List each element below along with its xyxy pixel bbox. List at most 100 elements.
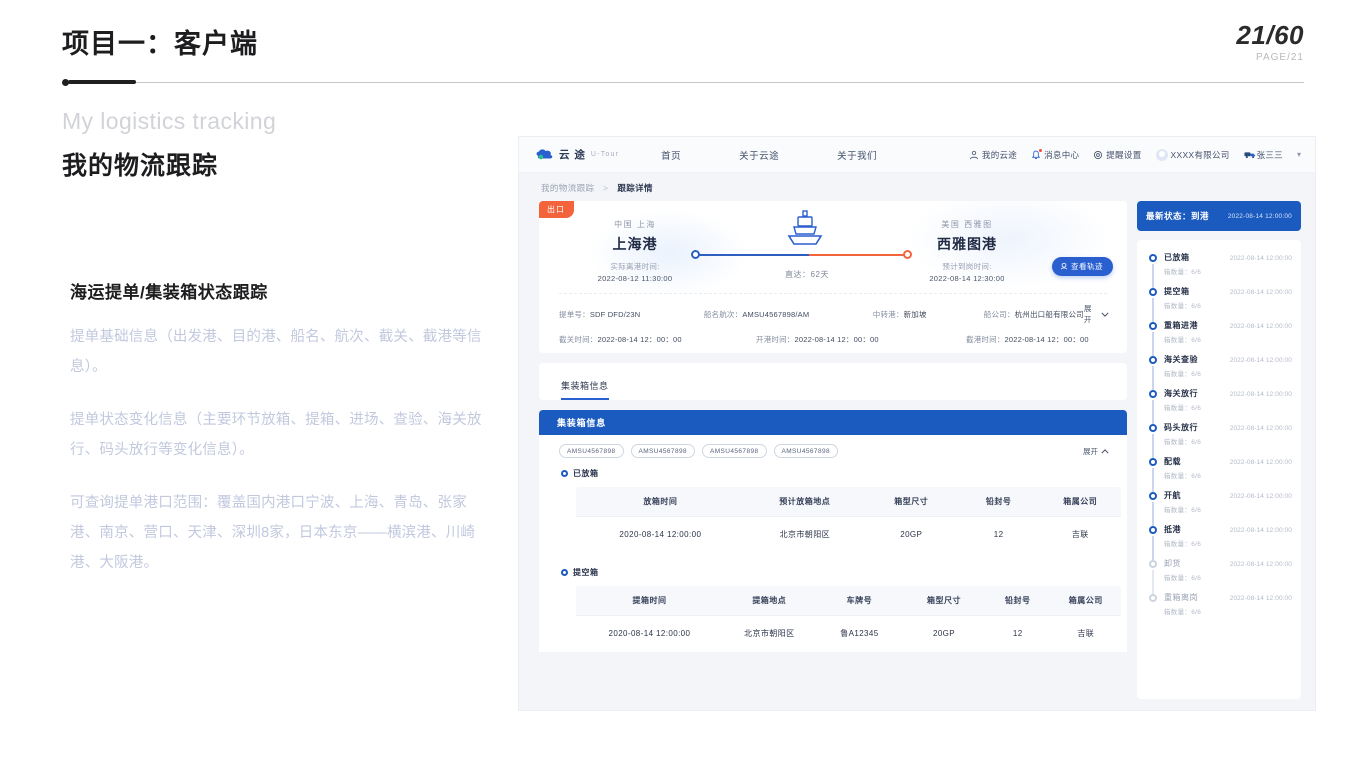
cell-container-size: 20GP	[900, 530, 923, 539]
message-badge	[1038, 147, 1044, 153]
timeline-name: 海关查验	[1164, 355, 1198, 364]
timeline-time: 2022-08-14 12:00:00	[1229, 255, 1292, 262]
container-chip[interactable]: AMSU4567898	[630, 444, 695, 458]
timeline-sub: 箱数量：6/6	[1164, 371, 1202, 378]
status-sidebar: 最新状态：到港 2022-08-14 12:00:00 已放箱 2022-08-1…	[1137, 201, 1301, 699]
nav-link-about-yuntu[interactable]: 关于云途	[739, 148, 779, 162]
nav-my-yuntu[interactable]: 我的云途	[969, 149, 1017, 161]
nav-utilities: 我的云途 消息中心 提醒设置 XXXX有限公司 张三三 ▾	[969, 147, 1301, 161]
subtitle-english: My logistics tracking	[62, 108, 277, 134]
page-title: 项目一：客户端	[62, 29, 258, 59]
container-chip-list: AMSU4567898 AMSU4567898 AMSU4567898 AMSU…	[539, 435, 1127, 462]
meta-port-open-label: 开港时间：	[756, 335, 795, 344]
avatar	[1155, 148, 1168, 161]
app-screenshot: 云 途 U-Tour 首页 关于云途 关于我们 我的云途 消息中心 提醒设置 X…	[519, 137, 1315, 710]
truck-icon	[1244, 150, 1255, 160]
timeline-bullet-icon	[1149, 288, 1157, 296]
timeline-item[interactable]: 卸货 2022-08-14 12:00:00 箱数量：6/6	[1149, 558, 1292, 594]
bell-icon	[1031, 147, 1044, 160]
section-label-released: 已放箱	[539, 462, 1127, 479]
timeline-stem	[1152, 468, 1154, 492]
cell-pickup-time: 2020-08-14 12:00:00	[608, 629, 691, 638]
meta-port-cutoff: 截港时间：2022-08-14 12：00：00	[966, 334, 1089, 345]
timeline-stem	[1152, 264, 1154, 288]
meta-bill-no-value: SDF DFD/23N	[589, 309, 641, 319]
chevron-down-icon	[1101, 310, 1109, 319]
nav-company[interactable]: XXXX有限公司	[1155, 148, 1230, 161]
timeline-sub: 箱数量：6/6	[1164, 609, 1202, 616]
timeline-bullet-icon	[1149, 560, 1157, 568]
app-navbar: 云 途 U-Tour 首页 关于云途 关于我们 我的云途 消息中心 提醒设置 X…	[519, 137, 1315, 173]
timeline-sub: 箱数量：6/6	[1164, 337, 1202, 344]
page-number-big: 21/60	[1236, 20, 1304, 50]
col-release-location: 预计放箱地点	[744, 487, 865, 517]
timeline-bullet-icon	[1149, 458, 1157, 466]
timeline-bullet-icon	[1149, 322, 1157, 330]
cell-container-size: 20GP	[932, 629, 956, 638]
cell-plate-no: 鲁A12345	[840, 629, 879, 638]
timeline-item[interactable]: 配载 2022-08-14 12:00:00 箱数量：6/6	[1149, 456, 1292, 492]
collapse-containers-button[interactable]: 展开	[1083, 446, 1109, 457]
route-line	[689, 250, 915, 260]
step-ring-icon	[561, 569, 568, 576]
timeline-item[interactable]: 已放箱 2022-08-14 12:00:00 箱数量：6/6	[1149, 252, 1292, 288]
destination-time-label: 预计到岗时间:	[942, 262, 992, 271]
timeline-sub: 箱数量：6/6	[1164, 405, 1202, 412]
timeline-name: 重箱离岗	[1164, 593, 1198, 602]
container-chip[interactable]: AMSU4567898	[559, 444, 624, 458]
timeline-sub: 箱数量：6/6	[1164, 575, 1202, 582]
subtitle-chinese: 我的物流跟踪	[62, 152, 219, 180]
cloud-logo-icon	[535, 148, 555, 162]
timeline-item[interactable]: 重箱进港 2022-08-14 12:00:00 箱数量：6/6	[1149, 320, 1292, 356]
route-segment-remaining	[809, 254, 907, 256]
nav-reminder-settings[interactable]: 提醒设置	[1093, 149, 1141, 161]
breadcrumb-root[interactable]: 我的物流跟踪	[541, 183, 594, 193]
timeline-item[interactable]: 海关查验 2022-08-14 12:00:00 箱数量：6/6	[1149, 354, 1292, 390]
route-node-origin	[691, 250, 700, 259]
col-container-company: 箱属公司	[1050, 586, 1121, 616]
container-chip[interactable]: AMSU4567898	[773, 444, 838, 458]
origin-country-city: 中国 上海	[614, 220, 656, 229]
tab-container-info[interactable]: 集装箱信息	[561, 379, 609, 400]
nav-link-home[interactable]: 首页	[661, 148, 681, 162]
expand-meta-label: 展开	[1083, 304, 1092, 324]
view-track-button[interactable]: 查看轨迹	[1052, 257, 1113, 276]
timeline-name: 抵港	[1164, 525, 1181, 534]
gear-icon	[1093, 150, 1103, 160]
timeline-name: 开航	[1164, 491, 1181, 500]
pickup-container-table: 提箱时间 提箱地点 车牌号 箱型尺寸 铅封号 箱属公司 2020-08-14 1…	[575, 585, 1122, 652]
timeline-sub: 箱数量：6/6	[1164, 473, 1202, 480]
timeline-item[interactable]: 重箱离岗 2022-08-14 12:00:00 箱数量：6/6	[1149, 592, 1292, 616]
timeline-stem	[1152, 536, 1154, 560]
timeline-time: 2022-08-14 12:00:00	[1229, 561, 1292, 568]
timeline-item[interactable]: 抵港 2022-08-14 12:00:00 箱数量：6/6	[1149, 524, 1292, 560]
view-track-label: 查看轨迹	[1071, 262, 1103, 271]
meta-transit-port-label: 中转港：	[872, 309, 904, 319]
timeline-item[interactable]: 提空箱 2022-08-14 12:00:00 箱数量：6/6	[1149, 286, 1292, 322]
route-card: 出口 中国 上海 上海港 实际离港时间: 2022-08-12 11:30:00	[539, 201, 1127, 353]
nav-reminder-settings-label: 提醒设置	[1106, 149, 1142, 160]
timeline-name: 海关放行	[1164, 389, 1198, 398]
col-container-size: 箱型尺寸	[864, 487, 958, 517]
timeline-bullet-icon	[1149, 594, 1157, 602]
nav-link-about-us[interactable]: 关于我们	[837, 148, 877, 162]
timeline-item[interactable]: 码头放行 2022-08-14 12:00:00 箱数量：6/6	[1149, 422, 1292, 458]
col-pickup-location: 提箱地点	[722, 586, 816, 616]
container-chip[interactable]: AMSU4567898	[702, 444, 767, 458]
brand-logo[interactable]: 云 途 U-Tour	[535, 147, 619, 162]
container-panel-title: 集装箱信息	[539, 410, 1127, 435]
timeline-item[interactable]: 海关放行 2022-08-14 12:00:00 箱数量：6/6	[1149, 388, 1292, 424]
chevron-down-icon[interactable]: ▾	[1297, 150, 1301, 159]
destination-country-city: 美国 西雅图	[941, 220, 993, 229]
route-diagram: 中国 上海 上海港 实际离港时间: 2022-08-12 11:30:00 直达…	[539, 201, 1127, 293]
nav-links: 首页 关于云途 关于我们	[661, 148, 935, 162]
timeline-sub: 箱数量：6/6	[1164, 439, 1202, 446]
expand-meta-button[interactable]: 展开	[1084, 303, 1109, 325]
timeline-name: 提空箱	[1164, 287, 1190, 296]
main-column: 出口 中国 上海 上海港 实际离港时间: 2022-08-12 11:30:00	[539, 201, 1127, 699]
nav-message-center[interactable]: 消息中心	[1031, 147, 1079, 161]
cell-container-company: 吉联	[1071, 530, 1089, 539]
route-segment-travelled	[698, 254, 812, 256]
timeline-item[interactable]: 开航 2022-08-14 12:00:00 箱数量：6/6	[1149, 490, 1292, 526]
nav-user[interactable]: 张三三	[1244, 149, 1283, 161]
